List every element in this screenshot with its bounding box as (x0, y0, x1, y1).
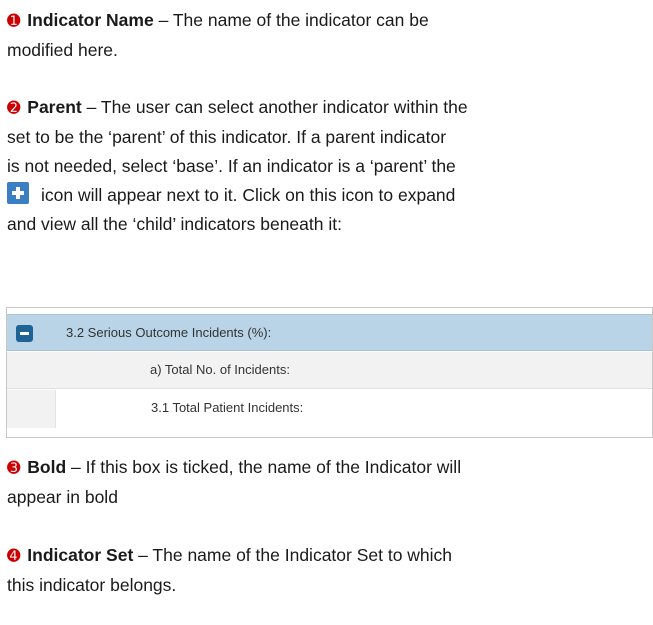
description-text: this indicator belongs. (7, 575, 177, 595)
term-heading: Parent (27, 97, 82, 117)
description-text: is not needed, select ‘base’. If an indi… (7, 156, 456, 176)
section-indicator-name: ➊ Indicator Name – The name of the indic… (7, 6, 653, 65)
tree-row-parent[interactable]: 3.2 Serious Outcome Incidents (%): (7, 314, 652, 351)
section-line: ➊ Indicator Name – The name of the indic… (7, 6, 653, 36)
description-text: – The name of the Indicator Set to which (133, 545, 453, 565)
section-line: ➋ Parent – The user can select another i… (7, 93, 653, 123)
number-marker: ➋ (7, 100, 21, 117)
term-heading: Indicator Name (27, 10, 154, 30)
term-heading: Bold (27, 457, 67, 477)
tree-row-child[interactable]: 3.1 Total Patient Incidents: (55, 390, 652, 428)
section-line: ➍ Indicator Set – The name of the Indica… (7, 541, 653, 571)
description-text: and view all the ‘child’ indicators bene… (7, 214, 342, 234)
tree-row-child[interactable]: a) Total No. of Incidents: (7, 352, 652, 389)
description-text: – The name of the indicator can be (153, 10, 429, 30)
minus-icon[interactable] (16, 325, 33, 342)
section-line: icon will appear next to it. Click on th… (7, 181, 653, 210)
number-marker: ➍ (7, 548, 21, 565)
plus-icon (7, 182, 29, 204)
description-text: – The user can select another indicator … (81, 97, 468, 117)
description-text: modified here. (7, 40, 118, 60)
section-bold: ➌ Bold – If this box is ticked, the name… (7, 453, 653, 512)
tree-indent (7, 390, 55, 428)
description-text: icon will appear next to it. Click on th… (41, 185, 456, 205)
section-parent: ➋ Parent – The user can select another i… (7, 93, 653, 239)
term-heading: Indicator Set (27, 545, 134, 565)
number-marker: ➌ (7, 460, 21, 477)
indicator-tree-example: 3.2 Serious Outcome Incidents (%): a) To… (6, 307, 653, 438)
tree-row-label: 3.2 Serious Outcome Incidents (%): (66, 325, 272, 340)
tree-row-label: 3.1 Total Patient Incidents: (151, 400, 304, 415)
section-line: ➌ Bold – If this box is ticked, the name… (7, 453, 653, 483)
tree-row-label: a) Total No. of Incidents: (150, 362, 290, 377)
number-marker: ➊ (7, 13, 21, 30)
description-text: appear in bold (7, 487, 118, 507)
section-indicator-set: ➍ Indicator Set – The name of the Indica… (7, 541, 653, 600)
description-text: – If this box is ticked, the name of the… (66, 457, 462, 477)
description-text: set to be the ‘parent’ of this indicator… (7, 127, 447, 147)
